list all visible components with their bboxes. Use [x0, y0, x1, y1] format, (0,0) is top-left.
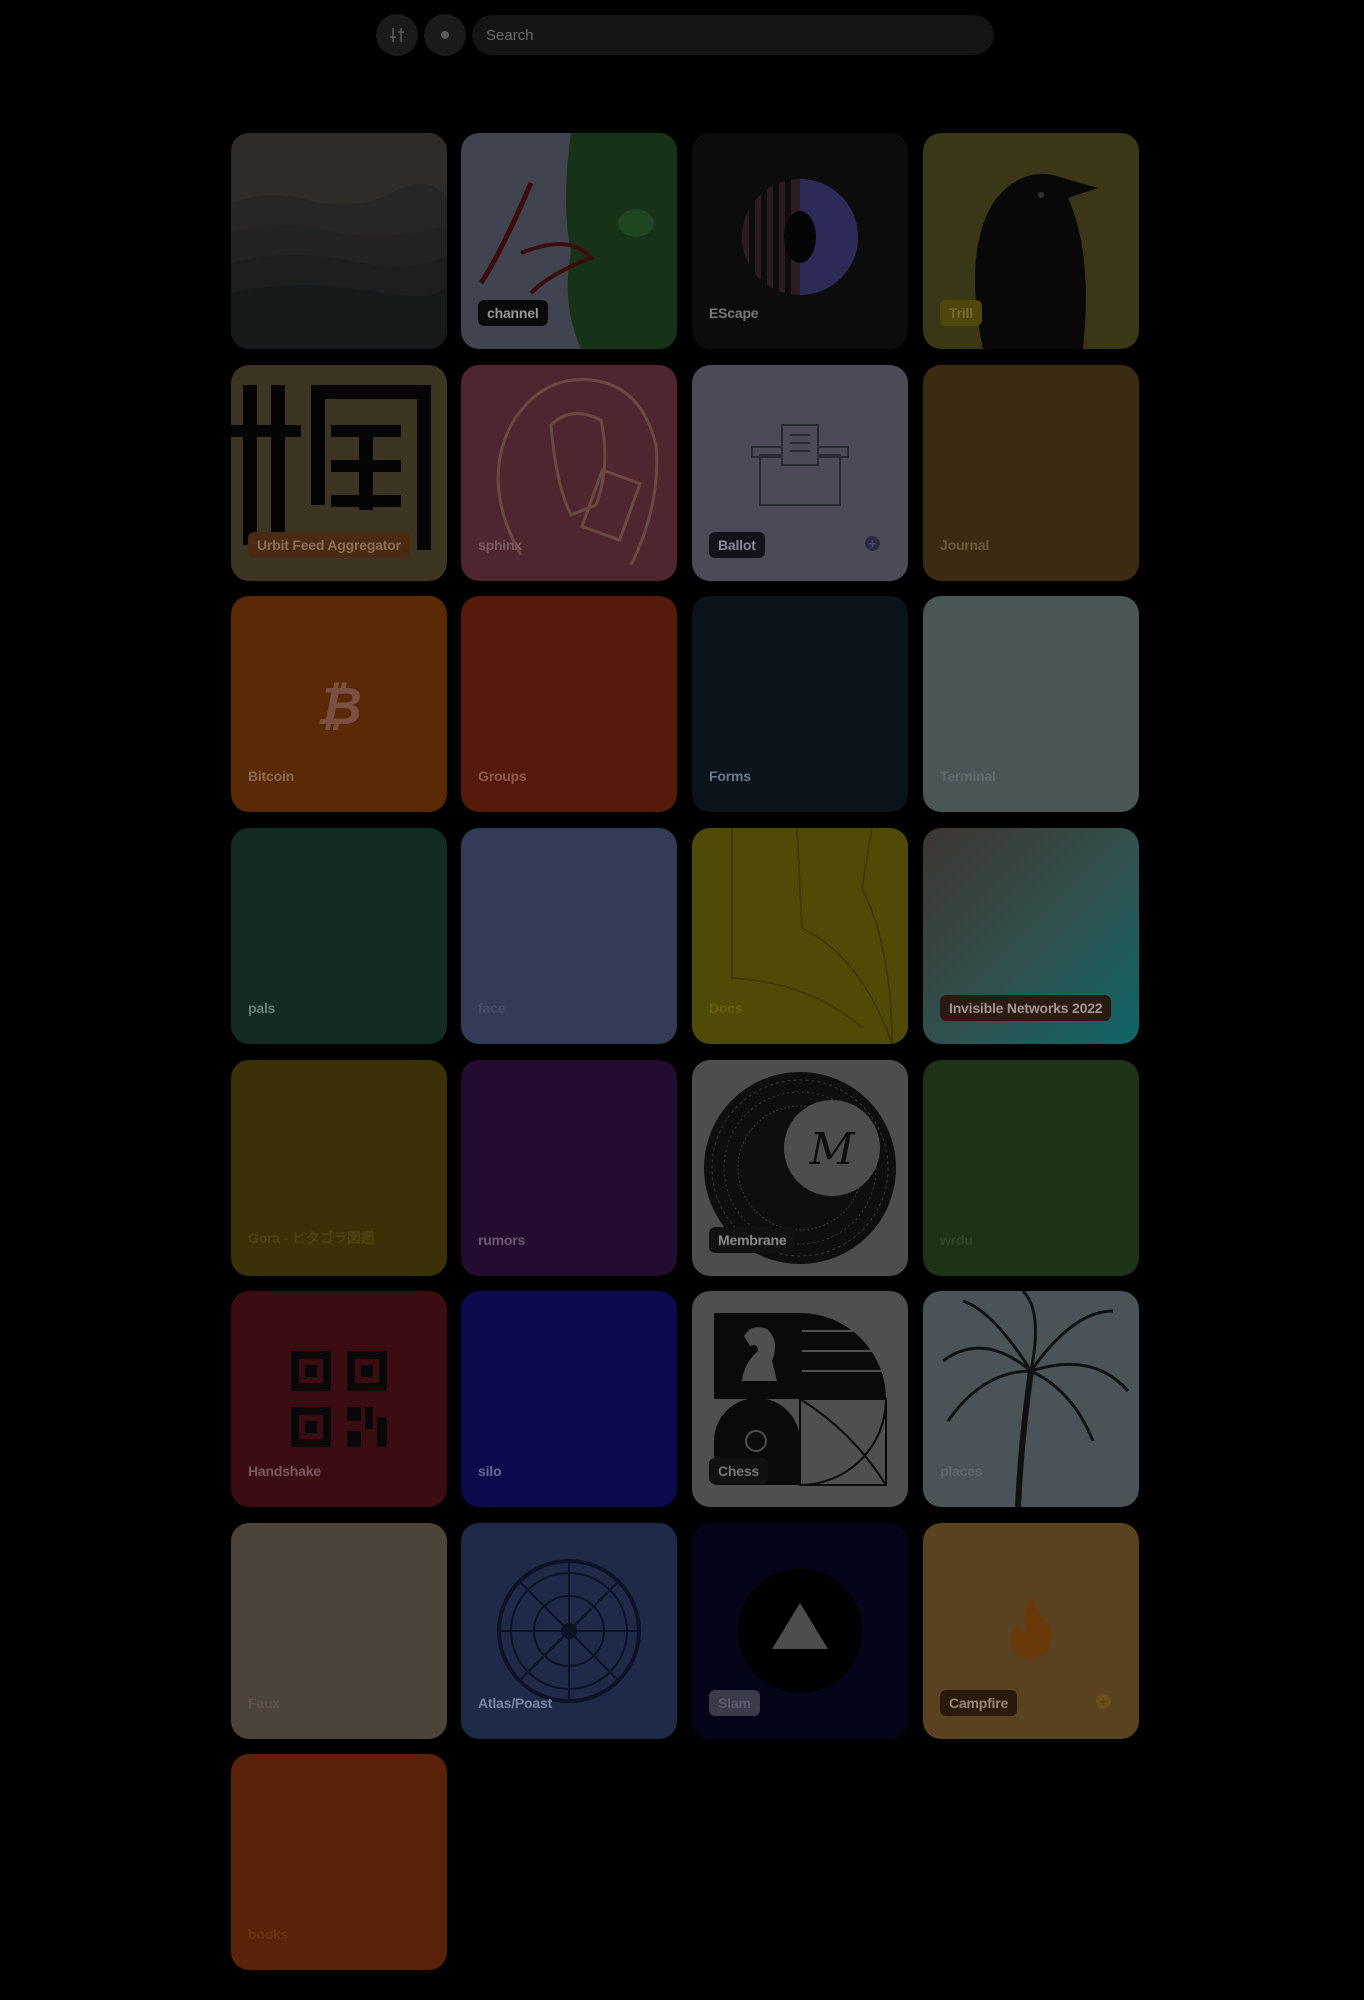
- flame-icon: [1010, 1597, 1052, 1659]
- add-icon[interactable]: +: [865, 536, 880, 551]
- tile-groups[interactable]: Groups: [461, 596, 677, 812]
- tile-wrdu[interactable]: wrdu: [923, 1060, 1139, 1276]
- tile-channel[interactable]: channel: [461, 133, 677, 349]
- top-bar: [0, 14, 1364, 58]
- tile-label: Urbit Feed Aggregator: [248, 532, 410, 558]
- tile-escape[interactable]: EScape: [692, 133, 908, 349]
- svg-text:₿: ₿: [316, 677, 362, 732]
- tile-label: Docs: [709, 1000, 743, 1016]
- tile-label: places: [940, 1463, 983, 1479]
- tile-face[interactable]: face: [461, 828, 677, 1044]
- tile-chess[interactable]: Chess: [692, 1291, 908, 1507]
- add-icon[interactable]: +: [1096, 1694, 1111, 1709]
- tile-docs[interactable]: Docs: [692, 828, 908, 1044]
- tile-label: wrdu: [940, 1232, 973, 1248]
- tile-sphinx[interactable]: sphinx: [461, 365, 677, 581]
- triangle-icon: [738, 1569, 862, 1693]
- tile-books[interactable]: books: [231, 1754, 447, 1970]
- tile-label: sphinx: [478, 537, 522, 553]
- tile-label: silo: [478, 1463, 502, 1479]
- tile-label: channel: [478, 300, 548, 326]
- mountains-icon: [231, 133, 447, 349]
- tile-label: Forms: [709, 768, 751, 784]
- tile-label: EScape: [709, 305, 759, 321]
- tile-label: rumors: [478, 1232, 526, 1248]
- tile-label: Campfire: [940, 1690, 1018, 1716]
- tile-landscape[interactable]: [231, 133, 447, 349]
- tile-label: books: [248, 1926, 289, 1942]
- tile-journal[interactable]: Journal: [923, 365, 1139, 581]
- tile-pals[interactable]: pals: [231, 828, 447, 1044]
- tile-faux[interactable]: Faux: [231, 1523, 447, 1739]
- tile-silo[interactable]: silo: [461, 1291, 677, 1507]
- search-input[interactable]: [472, 15, 994, 55]
- filter-button[interactable]: [376, 14, 418, 56]
- tile-trill[interactable]: Trill: [923, 133, 1139, 349]
- tile-label: Handshake: [248, 1463, 321, 1479]
- tile-label: Ballot: [709, 532, 765, 558]
- tile-handshake[interactable]: Handshake: [231, 1291, 447, 1507]
- tile-ballot[interactable]: Ballot +: [692, 365, 908, 581]
- qr-code-icon: [291, 1351, 387, 1447]
- tile-membrane[interactable]: M Membrane: [692, 1060, 908, 1276]
- dot-button[interactable]: [424, 14, 466, 56]
- tile-label: Chess: [709, 1458, 769, 1484]
- tile-label: Terminal: [940, 768, 996, 784]
- tile-label: pals: [248, 1000, 276, 1016]
- tile-label: face: [478, 1000, 506, 1016]
- tile-label: Atlas/Poast: [478, 1695, 553, 1711]
- tile-label: Faux: [248, 1695, 280, 1711]
- dot-icon: [441, 31, 449, 39]
- tile-label: Journal: [940, 537, 990, 553]
- svg-text:M: M: [808, 1124, 855, 1175]
- tile-gora[interactable]: Gora - ヒタゴラ図鑑: [231, 1060, 447, 1276]
- tile-urbit-feed[interactable]: Urbit Feed Aggregator: [231, 365, 447, 581]
- bitcoin-icon: ₿: [316, 677, 362, 732]
- tile-slam[interactable]: Slam: [692, 1523, 908, 1739]
- tile-rumors[interactable]: rumors: [461, 1060, 677, 1276]
- tile-label: Trill: [940, 300, 982, 326]
- tile-invisible-networks[interactable]: Invisible Networks 2022: [923, 828, 1139, 1044]
- tile-label: Gora - ヒタゴラ図鑑: [248, 1230, 375, 1246]
- tile-label: Bitcoin: [248, 768, 295, 784]
- tile-atlas-poast[interactable]: Atlas/Poast: [461, 1523, 677, 1739]
- tile-label: Slam: [709, 1690, 760, 1716]
- tile-bitcoin[interactable]: ₿ Bitcoin: [231, 596, 447, 812]
- tile-label: Groups: [478, 768, 527, 784]
- tile-label: Invisible Networks 2022: [940, 995, 1112, 1021]
- tile-label: Membrane: [709, 1227, 796, 1253]
- tile-terminal[interactable]: Terminal: [923, 596, 1139, 812]
- tile-campfire[interactable]: Campfire +: [923, 1523, 1139, 1739]
- sliders-icon: [390, 28, 404, 42]
- tile-places[interactable]: places: [923, 1291, 1139, 1507]
- tile-forms[interactable]: Forms: [692, 596, 908, 812]
